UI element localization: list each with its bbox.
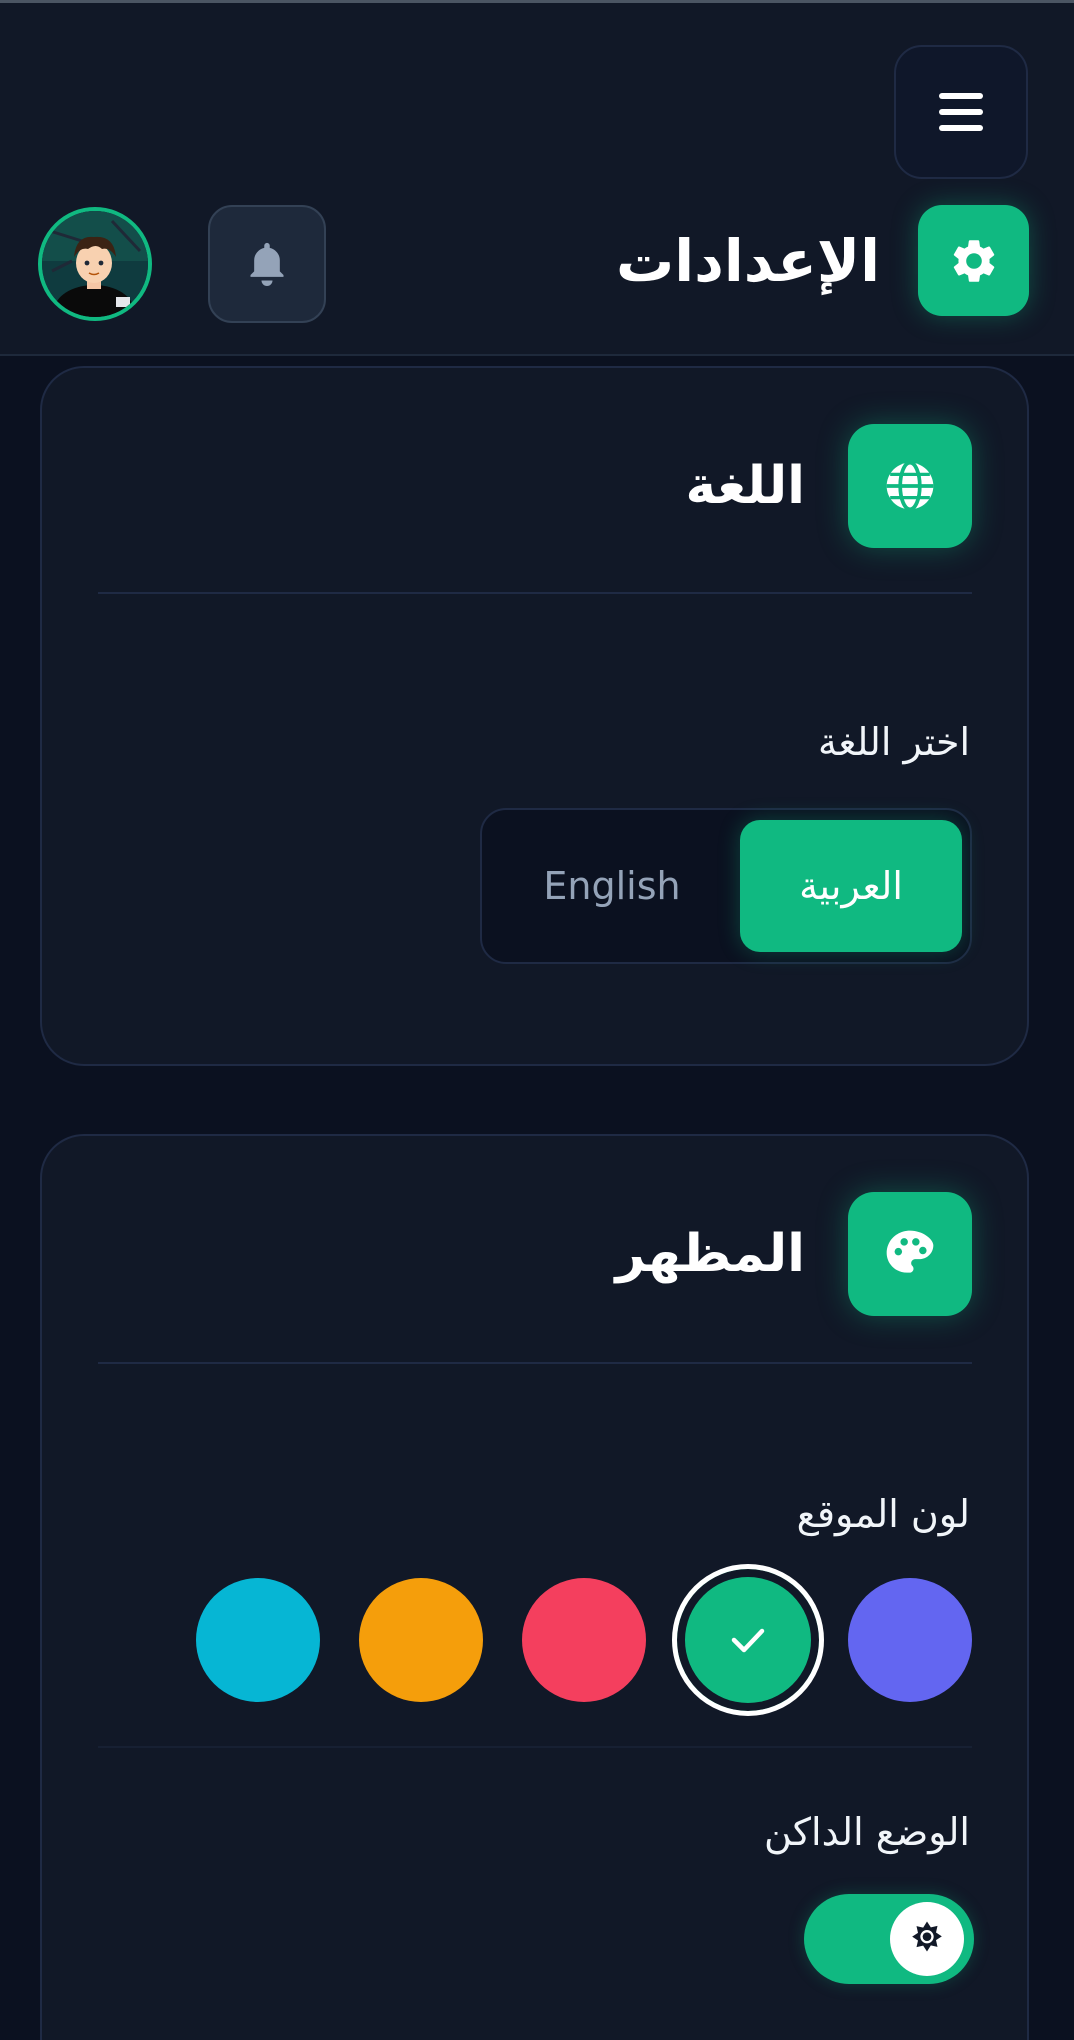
language-card-icon [848,424,972,548]
appearance-card-icon [848,1192,972,1316]
user-avatar[interactable] [38,207,152,321]
gear-icon [953,239,994,282]
avatar-image [42,211,148,317]
globe-icon [886,460,934,512]
appearance-subdivider [98,1746,972,1748]
color-swatch-cyan[interactable] [196,1578,320,1702]
dark-mode-label: الوضع الداكن [764,1810,970,1854]
language-option-arabic[interactable]: العربية [740,820,962,952]
language-divider [98,592,972,594]
site-color-label: لون الموقع [796,1492,970,1536]
menu-button[interactable] [894,45,1028,179]
choose-language-label: اختر اللغة [818,720,970,764]
hamburger-icon [939,93,983,131]
app-header: الإعدادات [0,3,1074,356]
language-title: اللغة [685,456,805,516]
color-swatch-indigo[interactable] [848,1578,972,1702]
language-switcher: العربية English [480,808,972,964]
settings-badge [918,205,1029,316]
appearance-title: المظهر [615,1224,805,1284]
bell-icon [250,242,284,286]
appearance-card: المظهر لون الموقع الوضع الداكن [40,1134,1029,2040]
notifications-button[interactable] [208,205,326,323]
toggle-knob [890,1902,964,1976]
page-title: الإعدادات [615,227,880,295]
check-container [677,1569,819,1711]
palette-icon [886,1230,934,1273]
dark-mode-toggle[interactable] [804,1894,974,1984]
appearance-divider [98,1362,972,1364]
language-option-english[interactable]: English [494,820,730,952]
color-swatch-emerald[interactable] [672,1564,824,1716]
color-swatch-amber[interactable] [359,1578,483,1702]
color-swatch-rose[interactable] [522,1578,646,1702]
sun-icon [912,1921,942,1952]
check-icon [731,1628,765,1653]
language-card: اللغة اختر اللغة العربية English [40,366,1029,1066]
